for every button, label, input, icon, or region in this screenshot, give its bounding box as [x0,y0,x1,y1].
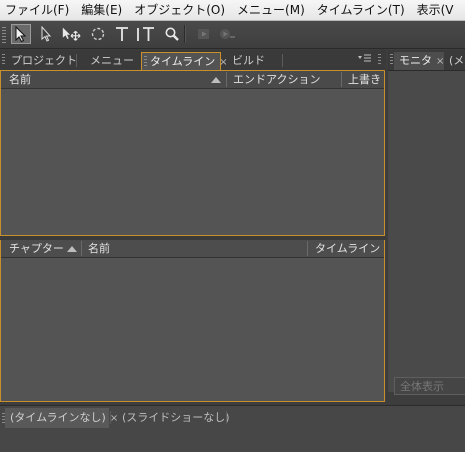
tab-timeline-label: タイムライン [150,55,216,68]
direct-select-tool-icon[interactable] [36,24,56,44]
toolbar-separator [184,25,186,43]
move-tool-icon[interactable] [61,24,81,44]
timeline-panel-tabbar: (タイムラインなし) × (スライドショーなし) [0,408,465,428]
sort-ascending-icon[interactable] [211,77,221,83]
column-divider[interactable] [226,72,227,87]
tab-divider [76,54,77,67]
menu-timeline[interactable]: タイムライン(T) [312,0,412,20]
column-end-action[interactable]: エンドアクション [233,71,337,88]
tab-divider [110,411,111,424]
monitor-viewport [388,71,465,392]
column-divider[interactable] [307,241,308,256]
preview-tool-icon[interactable] [194,24,214,44]
timeline-list-header: 名前 エンドアクション 上書き [1,71,384,89]
monitor-panel: モニタ × (メ 全体表示 [388,50,465,402]
vertical-text-tool-icon[interactable] [136,24,156,44]
preview-from-here-tool-icon[interactable] [218,24,238,44]
close-icon[interactable]: × [436,56,444,67]
left-panel: プロジェクト メニュー タイムライン× ビルド 名前 エンドアクション 上書き [0,50,386,402]
selection-tool-icon[interactable] [11,24,31,44]
tab-timeline[interactable]: タイムライン × [141,52,228,70]
tab-menu[interactable]: メニュー [82,52,140,70]
panel-menu-icon[interactable] [350,54,372,66]
rotate-tool-icon[interactable] [88,24,108,44]
column-divider[interactable] [81,241,82,256]
chapter-list: チャプター ... 名前 タイムライン [0,240,385,402]
tab-no-slideshow-label: (スライドショーなし) [122,411,230,424]
tab-no-timeline-label: (タイムラインなし) [10,411,106,424]
chapter-list-header: チャプター ... 名前 タイムライン [1,240,384,258]
tab-no-slideshow[interactable]: (スライドショーなし) [113,408,230,428]
zoom-tool-icon[interactable] [162,24,182,44]
left-panel-tabbar: プロジェクト メニュー タイムライン × ビルド [0,50,386,71]
tab-menu-editor-label: (メ [449,54,465,67]
tab-project-label: プロジェクト [11,54,77,67]
column-name[interactable]: 名前 [9,71,199,88]
text-tool-icon[interactable] [112,24,132,44]
timeline-list: 名前 エンドアクション 上書き [0,70,385,236]
tab-build[interactable]: ビルド [224,52,284,70]
sort-ascending-icon[interactable] [67,246,77,252]
menu-edit[interactable]: 編集(E) [76,0,129,20]
menu-bar: ファイル(F) 編集(E) オブジェクト(O) メニュー(M) タイムライン(T… [0,0,465,21]
menu-file[interactable]: ファイル(F) [0,0,76,20]
column-chapter[interactable]: チャプター ... [9,240,67,257]
menu-object[interactable]: オブジェクト(O) [129,0,232,20]
tab-divider [226,411,227,424]
panel-grip[interactable] [378,54,381,65]
menu-menu[interactable]: メニュー(M) [232,0,312,20]
tab-monitor[interactable]: モニタ × [394,52,444,70]
column-timeline[interactable]: タイムライン [315,240,383,257]
panel-grip[interactable] [390,54,393,65]
tab-project[interactable]: プロジェクト [3,52,77,70]
tab-menu-editor[interactable]: (メ [446,52,465,70]
tab-menu-label: メニュー [90,54,134,67]
column-override[interactable]: 上書き [348,71,383,88]
tool-bar [0,21,465,49]
column-name[interactable]: 名前 [88,240,288,257]
timeline-panel: (タイムラインなし) × (スライドショーなし) [0,405,465,452]
tab-grip [144,56,147,67]
tab-no-timeline[interactable]: (タイムラインなし) × [5,408,118,428]
toolbar-grip[interactable] [2,27,6,43]
tab-monitor-label: モニタ [399,54,432,67]
monitor-panel-tabbar: モニタ × (メ [388,50,465,71]
tab-build-label: ビルド [232,54,265,67]
fit-all-button[interactable]: 全体表示 [394,377,465,395]
menu-view[interactable]: 表示(V [412,0,461,20]
column-divider[interactable] [341,72,342,87]
tab-divider [282,54,283,67]
